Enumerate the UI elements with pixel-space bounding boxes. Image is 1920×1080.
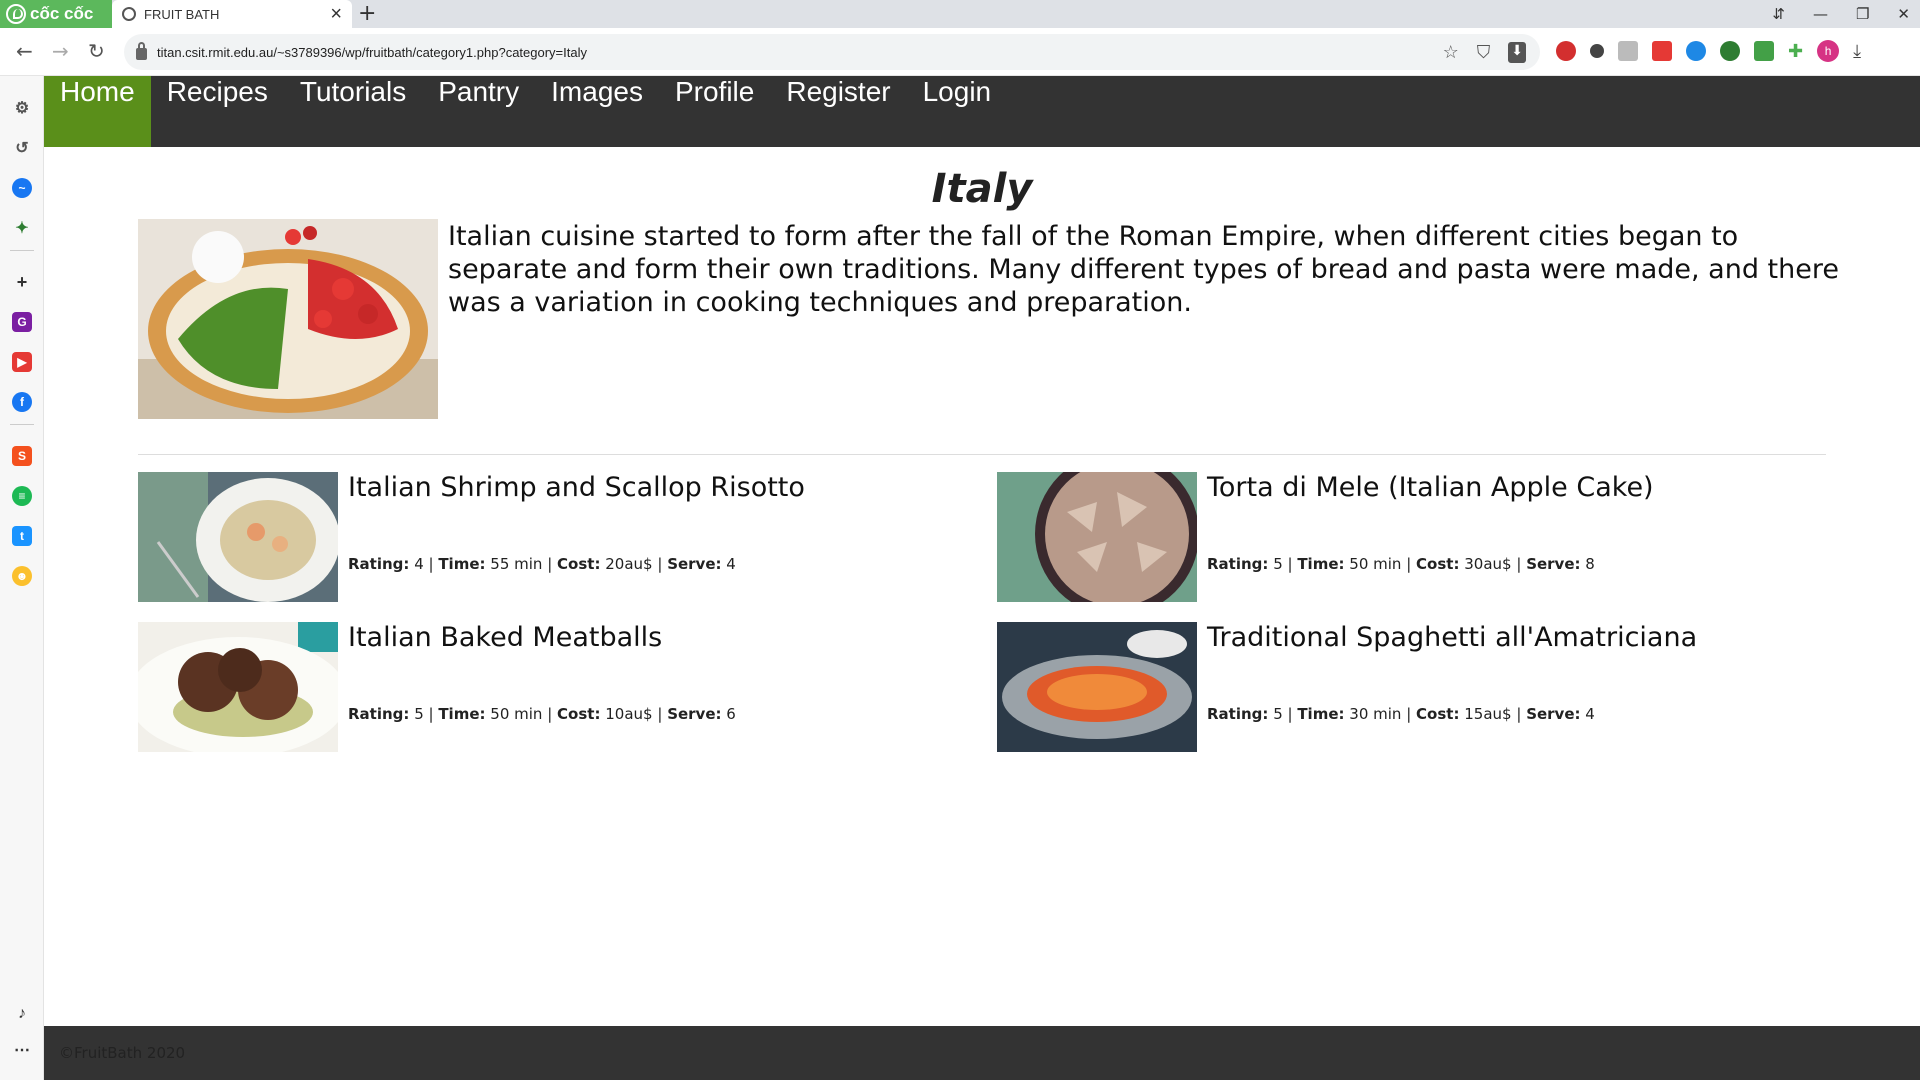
lock-icon	[136, 42, 147, 60]
recipe-image-risotto	[138, 472, 338, 602]
recipe-card[interactable]: Italian Baked Meatballs Rating: 5 | Time…	[138, 622, 938, 752]
back-arrow-icon[interactable]: ←	[16, 40, 33, 62]
nav-register[interactable]: Register	[770, 76, 906, 147]
mail-icon[interactable]	[1618, 41, 1638, 61]
recipe-meta: Rating: 5 | Time: 30 min | Cost: 15au$ |…	[1207, 705, 1595, 723]
coccoc-logo-icon	[6, 4, 26, 24]
facebook-icon[interactable]: f	[12, 392, 32, 412]
reload-icon[interactable]: ↻	[88, 40, 105, 62]
recipe-title[interactable]: Italian Baked Meatballs	[348, 622, 662, 653]
omnibox-actions: ☆ ⛉ ⬇	[1443, 42, 1526, 63]
window-controls: ⇵ — ❐ ✕	[1772, 0, 1910, 28]
notification-bell-icon[interactable]: ♪	[12, 1004, 32, 1024]
more-options-icon[interactable]: ⋯	[12, 1040, 32, 1060]
browser-tab-active[interactable]: FRUIT BATH ×	[112, 0, 352, 28]
category-description: Italian cuisine started to form after th…	[448, 221, 1839, 318]
web-page: Home Recipes Tutorials Pantry Images Pro…	[44, 76, 1920, 1080]
copyright-text: ©FruitBath 2020	[59, 1044, 186, 1062]
extensions-bar: ✚ h ⤓	[1556, 40, 1861, 62]
tiki-icon[interactable]: t	[12, 526, 32, 546]
forward-arrow-icon[interactable]: →	[52, 40, 69, 62]
download-video-icon[interactable]: ⬇	[1508, 42, 1526, 63]
nav-profile[interactable]: Profile	[659, 76, 770, 147]
spotify-icon[interactable]: ≡	[12, 486, 32, 506]
shopee-icon[interactable]: S	[12, 446, 32, 466]
nav-login[interactable]: Login	[907, 76, 1008, 147]
nav-recipes[interactable]: Recipes	[151, 76, 284, 147]
calendar-icon[interactable]	[1652, 41, 1672, 61]
shield-icon[interactable]: ⛉	[1477, 42, 1491, 63]
game-mascot-icon[interactable]: ☻	[12, 566, 32, 586]
globe-icon	[122, 7, 136, 21]
recipe-card[interactable]: Traditional Spaghetti all'Amatriciana Ra…	[997, 622, 1797, 752]
recipe-image-meatballs	[138, 622, 338, 752]
browser-toolbar: ← → ↻ titan.csit.rmit.edu.au/~s3789396/w…	[0, 28, 1920, 76]
close-tab-icon[interactable]: ×	[330, 4, 342, 24]
category-hero-image	[138, 219, 438, 419]
recipe-image-spaghetti	[997, 622, 1197, 752]
history-icon[interactable]: ↺	[12, 138, 32, 158]
nav-home[interactable]: Home	[44, 76, 151, 147]
browser-brand[interactable]: cốc cốc	[0, 0, 112, 28]
adblock-icon[interactable]	[1556, 41, 1576, 61]
new-tab-icon[interactable]: +	[358, 2, 376, 26]
sidebar-divider	[10, 250, 34, 251]
tab-search-icon[interactable]: ⇵	[1772, 5, 1785, 23]
recipe-meta: Rating: 5 | Time: 50 min | Cost: 10au$ |…	[348, 705, 736, 723]
browser-tabbar: cốc cốc FRUIT BATH × + ⇵ — ❐ ✕	[0, 0, 1920, 28]
settings-icon[interactable]: ⚙	[12, 98, 32, 118]
nav-tutorials[interactable]: Tutorials	[284, 76, 422, 147]
tab-title: FRUIT BATH	[144, 6, 220, 22]
recipe-card[interactable]: Italian Shrimp and Scallop Risotto Ratin…	[138, 472, 938, 602]
gamepad-icon[interactable]: ✦	[12, 218, 32, 238]
recipe-title[interactable]: Italian Shrimp and Scallop Risotto	[348, 472, 805, 503]
recipe-title[interactable]: Traditional Spaghetti all'Amatriciana	[1207, 622, 1697, 653]
g-app-icon[interactable]: G	[12, 312, 32, 332]
extension-circle-icon[interactable]	[1590, 44, 1604, 58]
site-footer: ©FruitBath 2020	[44, 1026, 1920, 1080]
bookmark-star-icon[interactable]: ☆	[1443, 42, 1459, 63]
site-navbar: Home Recipes Tutorials Pantry Images Pro…	[44, 76, 1920, 147]
recipe-image-apple-cake	[997, 472, 1197, 602]
section-divider	[138, 454, 1826, 455]
translate-icon[interactable]	[1686, 41, 1706, 61]
category-title: Italy	[931, 166, 1033, 212]
globe-extension-icon[interactable]	[1720, 41, 1740, 61]
download-icon[interactable]: ⤓	[1853, 41, 1861, 62]
recipe-meta: Rating: 4 | Time: 55 min | Cost: 20au$ |…	[348, 555, 736, 573]
browser-sidebar: ⚙ ↺ ~ ✦ + G ▶ f S ≡ t ☻ ♪ ⋯	[0, 76, 44, 1080]
address-bar[interactable]: titan.csit.rmit.edu.au/~s3789396/wp/frui…	[124, 34, 1540, 70]
s-extension-icon[interactable]	[1754, 41, 1774, 61]
browser-brand-label: cốc cốc	[30, 4, 94, 23]
recipe-meta: Rating: 5 | Time: 50 min | Cost: 30au$ |…	[1207, 555, 1595, 573]
messenger-icon[interactable]: ~	[12, 178, 32, 198]
add-icon[interactable]: +	[12, 272, 32, 292]
profile-avatar[interactable]: h	[1817, 40, 1840, 62]
restore-icon[interactable]: ❐	[1856, 5, 1869, 23]
minimize-icon[interactable]: —	[1813, 5, 1828, 23]
youtube-icon[interactable]: ▶	[12, 352, 32, 372]
puzzle-icon[interactable]: ✚	[1788, 41, 1803, 62]
close-window-icon[interactable]: ✕	[1897, 5, 1910, 23]
nav-pantry[interactable]: Pantry	[422, 76, 535, 147]
sidebar-divider	[10, 424, 34, 425]
recipe-card[interactable]: Torta di Mele (Italian Apple Cake) Ratin…	[997, 472, 1797, 602]
url-text: titan.csit.rmit.edu.au/~s3789396/wp/frui…	[157, 44, 587, 60]
recipe-title[interactable]: Torta di Mele (Italian Apple Cake)	[1207, 472, 1654, 503]
nav-images[interactable]: Images	[535, 76, 659, 147]
